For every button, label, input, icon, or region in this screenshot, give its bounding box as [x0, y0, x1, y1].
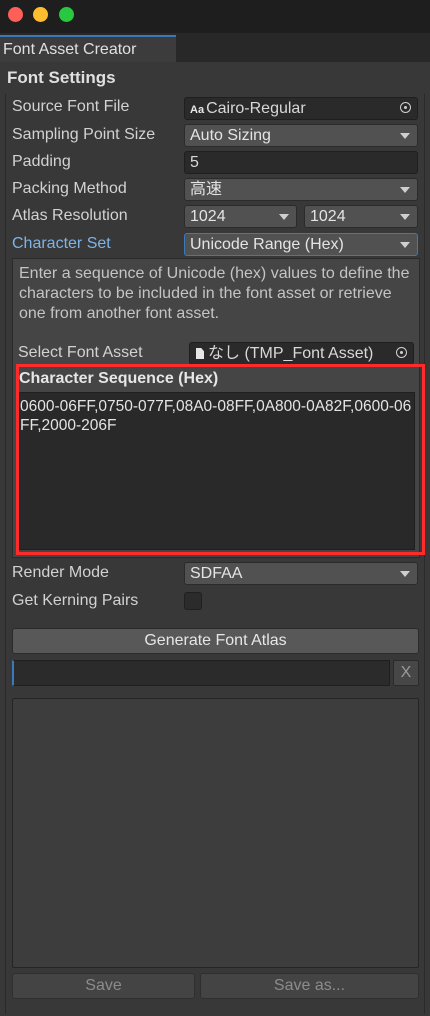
sampling-point-size-value: Auto Sizing: [190, 127, 271, 144]
select-font-asset-field[interactable]: なし (TMP_Font Asset): [189, 342, 414, 365]
get-kerning-pairs-checkbox[interactable]: [184, 592, 202, 610]
font-settings-title: Font Settings: [7, 68, 116, 87]
packing-method-dropdown[interactable]: 高速: [184, 178, 418, 201]
minimize-window-icon[interactable]: [33, 7, 48, 22]
highlight-box: [16, 364, 425, 555]
chevron-down-icon: [400, 187, 410, 193]
source-font-file-label: Source Font File: [12, 98, 130, 115]
chevron-down-icon: [400, 571, 410, 577]
chevron-down-icon: [400, 214, 410, 220]
select-font-asset-label: Select Font Asset: [18, 344, 143, 361]
character-set-dropdown[interactable]: Unicode Range (Hex): [184, 233, 418, 256]
source-font-file-value: Cairo-Regular: [206, 100, 306, 117]
window-titlebar: [0, 0, 430, 33]
progress-bar: [12, 660, 390, 686]
chevron-down-icon: [400, 242, 410, 248]
tab-font-asset-creator[interactable]: Font Asset Creator: [0, 35, 176, 62]
save-button[interactable]: Save: [12, 973, 195, 999]
render-mode-value: SDFAA: [190, 565, 243, 582]
chevron-down-icon: [400, 133, 410, 139]
atlas-height-value: 1024: [310, 208, 346, 225]
atlas-resolution-label: Atlas Resolution: [12, 207, 128, 224]
atlas-width-value: 1024: [190, 208, 226, 225]
padding-label: Padding: [12, 153, 71, 170]
document-icon: [196, 348, 204, 359]
object-picker-icon[interactable]: [400, 102, 411, 113]
sampling-point-size-label: Sampling Point Size: [12, 126, 156, 143]
help-text: Enter a sequence of Unicode (hex) values…: [19, 265, 410, 322]
character-set-value: Unicode Range (Hex): [190, 236, 344, 253]
get-kerning-pairs-label: Get Kerning Pairs: [12, 592, 139, 609]
maximize-window-icon[interactable]: [59, 7, 74, 22]
packing-method-label: Packing Method: [12, 180, 127, 197]
atlas-height-dropdown[interactable]: 1024: [304, 205, 418, 228]
close-window-icon[interactable]: [8, 7, 23, 22]
source-font-file-field[interactable]: Aa Cairo-Regular: [184, 97, 418, 120]
save-as-button[interactable]: Save as...: [200, 973, 419, 999]
font-file-icon: Aa: [190, 104, 205, 116]
sampling-point-size-dropdown[interactable]: Auto Sizing: [184, 124, 418, 147]
select-font-asset-value: なし (TMP_Font Asset): [208, 345, 374, 362]
atlas-width-dropdown[interactable]: 1024: [184, 205, 297, 228]
generate-font-atlas-button[interactable]: Generate Font Atlas: [12, 628, 419, 654]
render-mode-dropdown[interactable]: SDFAA: [184, 562, 418, 585]
render-mode-label: Render Mode: [12, 564, 109, 581]
packing-method-value: 高速: [190, 181, 223, 198]
output-preview-area: [12, 698, 419, 968]
character-set-label: Character Set: [12, 235, 111, 252]
chevron-down-icon: [279, 214, 289, 220]
padding-input[interactable]: 5: [184, 151, 418, 174]
clear-button[interactable]: X: [393, 660, 419, 686]
object-picker-icon[interactable]: [396, 347, 407, 358]
tab-bar: Font Asset Creator: [0, 33, 430, 62]
